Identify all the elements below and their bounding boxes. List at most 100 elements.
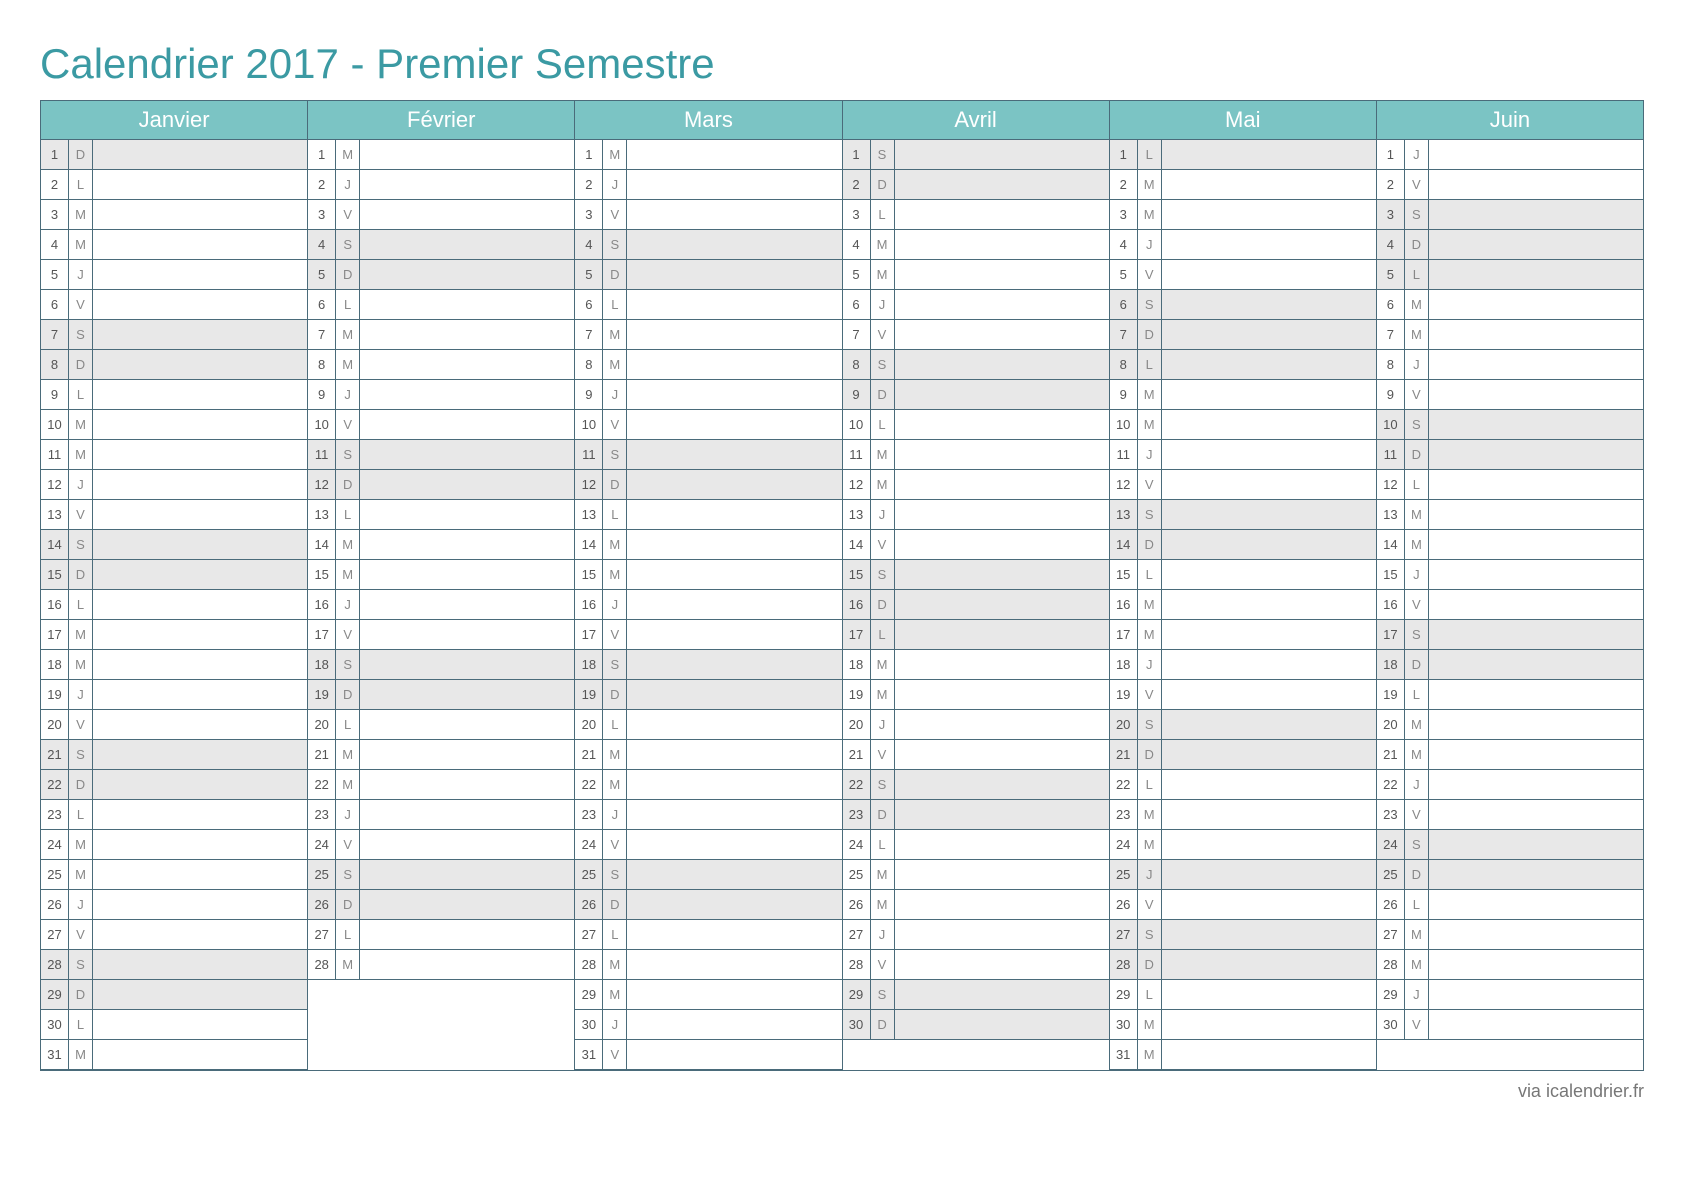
day-row: 19D [308,680,574,710]
day-row: 22D [41,770,307,800]
day-note-space [895,770,1109,799]
day-letter: J [871,710,895,739]
day-row: 12V [1110,470,1376,500]
day-number: 12 [41,470,69,499]
day-letter: S [69,950,93,979]
day-note-space [1429,380,1643,409]
day-number: 1 [41,140,69,169]
day-note-space [93,200,307,229]
day-letter: M [69,200,93,229]
day-note-space [1429,950,1643,979]
day-row: 21S [41,740,307,770]
day-letter: L [1138,350,1162,379]
day-row: 21M [1377,740,1643,770]
day-letter: V [336,410,360,439]
day-note-space [627,860,841,889]
day-number: 10 [1110,410,1138,439]
day-letter: J [336,800,360,829]
day-letter: M [336,320,360,349]
day-row: 9J [575,380,841,410]
day-note-space [895,350,1109,379]
day-number: 28 [575,950,603,979]
day-row: 21V [843,740,1109,770]
day-letter: S [336,650,360,679]
day-row: 22L [1110,770,1376,800]
day-note-space [1429,1010,1643,1039]
day-number: 23 [1110,800,1138,829]
day-number: 16 [308,590,336,619]
day-letter: M [1138,590,1162,619]
day-letter: V [1405,170,1429,199]
day-note-space [895,560,1109,589]
day-row: 31M [1110,1040,1376,1070]
day-number: 24 [843,830,871,859]
day-number: 12 [843,470,871,499]
day-number: 11 [308,440,336,469]
day-letter: L [603,500,627,529]
day-row: 18S [575,650,841,680]
day-number: 27 [575,920,603,949]
day-number: 20 [41,710,69,739]
day-note-space [93,800,307,829]
day-note-space [1429,170,1643,199]
day-letter: M [69,410,93,439]
day-note-space [895,980,1109,1009]
day-note-space [93,950,307,979]
day-number: 14 [575,530,603,559]
day-letter: L [69,1010,93,1039]
day-note-space [93,920,307,949]
day-row: 8L [1110,350,1376,380]
day-number: 8 [1377,350,1405,379]
day-letter: M [1405,920,1429,949]
day-letter: V [603,200,627,229]
day-number: 13 [1110,500,1138,529]
day-row: 25M [843,860,1109,890]
day-note-space [93,620,307,649]
day-row: 16L [41,590,307,620]
day-row: 1S [843,140,1109,170]
day-letter: D [1405,440,1429,469]
day-number: 5 [843,260,871,289]
day-number: 28 [843,950,871,979]
day-number: 27 [1110,920,1138,949]
day-note-space [360,470,574,499]
day-number: 24 [308,830,336,859]
day-number: 17 [1377,620,1405,649]
day-row: 28M [308,950,574,980]
day-letter: D [69,140,93,169]
day-note-space [360,620,574,649]
day-number: 17 [1110,620,1138,649]
month-header: Février [308,101,574,140]
day-number: 21 [41,740,69,769]
day-row: 18M [843,650,1109,680]
month-header: Janvier [41,101,307,140]
day-letter: D [603,680,627,709]
day-letter: M [603,350,627,379]
day-letter: J [336,170,360,199]
day-note-space [627,470,841,499]
day-letter: M [1138,620,1162,649]
day-row: 9J [308,380,574,410]
day-letter: M [336,950,360,979]
day-note-space [627,620,841,649]
day-letter: M [336,740,360,769]
month-header: Avril [843,101,1109,140]
day-number: 30 [575,1010,603,1039]
day-letter: L [1138,770,1162,799]
day-note-space [1162,980,1376,1009]
day-row: 27L [575,920,841,950]
day-row [308,980,574,1010]
day-letter: D [871,800,895,829]
day-letter: M [1138,380,1162,409]
day-letter: D [1405,860,1429,889]
day-letter: M [1405,740,1429,769]
day-note-space [1162,590,1376,619]
day-note-space [627,770,841,799]
day-letter: L [336,920,360,949]
day-row: 7V [843,320,1109,350]
day-letter: M [69,830,93,859]
day-row: 2J [575,170,841,200]
month-header: Mai [1110,101,1376,140]
day-note-space [895,830,1109,859]
day-letter: M [603,980,627,1009]
